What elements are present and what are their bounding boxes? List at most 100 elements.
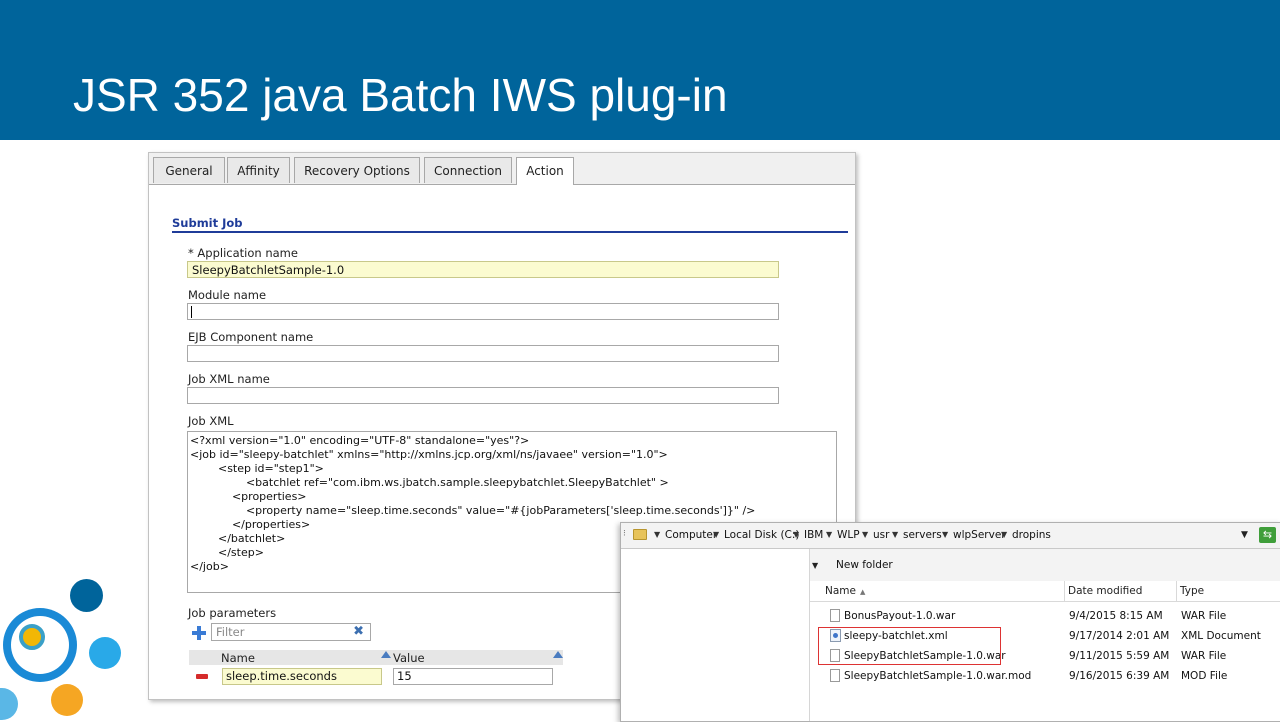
refresh-icon[interactable]: ⇆ (1259, 527, 1276, 543)
column-header-name[interactable]: Name (221, 651, 255, 665)
breadcrumb-computer[interactable]: Computer (665, 529, 717, 541)
chevron-down-icon[interactable]: ▼ (826, 530, 832, 539)
file-name: SleepyBatchletSample-1.0.war.mod (844, 670, 1032, 682)
chevron-down-icon[interactable]: ▼ (793, 530, 799, 539)
file-icon (830, 669, 840, 682)
application-name-label: * Application name (188, 246, 298, 260)
decorative-circle (51, 684, 83, 716)
breadcrumb-wlpserver[interactable]: wlpServer (953, 529, 1006, 541)
xml-line: <batchlet ref="com.ibm.ws.jbatch.sample.… (190, 476, 669, 489)
sort-name-icon[interactable] (381, 651, 391, 658)
breadcrumb-usr[interactable]: usr (873, 529, 889, 541)
breadcrumb-servers[interactable]: servers (903, 529, 942, 541)
breadcrumb-dropins[interactable]: dropins (1012, 529, 1051, 541)
application-name-field[interactable] (187, 261, 779, 278)
chevron-down-icon[interactable]: ▼ (654, 530, 660, 539)
sort-ascending-icon: ▲ (859, 588, 866, 596)
xml-line: </step> (190, 546, 264, 559)
column-header-name-label: Name (825, 585, 856, 597)
new-folder-button[interactable]: New folder (836, 559, 893, 571)
filter-placeholder: Filter (216, 625, 245, 639)
file-date: 9/4/2015 8:15 AM (1069, 610, 1163, 622)
tab-connection[interactable]: Connection (424, 157, 512, 183)
tab-general[interactable]: General (153, 157, 225, 183)
tab-bar: General Affinity Recovery Options Connec… (149, 153, 855, 185)
file-row[interactable]: SleepyBatchletSample-1.0.war.mod 9/16/20… (810, 666, 1280, 686)
xml-line: </job> (190, 560, 229, 573)
explorer-toolbar: ▼ New folder (810, 549, 1280, 581)
column-header-type[interactable]: Type (1177, 581, 1280, 601)
job-xml-name-label: Job XML name (188, 372, 270, 386)
slide-title: JSR 352 java Batch IWS plug-in (73, 69, 728, 121)
organize-dropdown-icon[interactable]: ▼ (812, 561, 818, 570)
xml-line: <?xml version="1.0" encoding="UTF-8" sta… (190, 434, 530, 447)
parameters-table-header: Name Value (189, 650, 563, 665)
file-date: 9/11/2015 5:59 AM (1069, 650, 1170, 662)
file-type: MOD File (1181, 670, 1228, 682)
logo-core (19, 624, 45, 650)
chevron-down-icon[interactable]: ▼ (862, 530, 868, 539)
grip-icon: ⁝ (623, 529, 626, 539)
module-name-field[interactable] (187, 303, 779, 320)
xml-line: </batchlet> (190, 532, 286, 545)
file-list-header: Name ▲ Date modified Type (810, 581, 1280, 602)
xml-line: </properties> (190, 518, 311, 531)
address-dropdown-icon[interactable]: ▼ (1241, 530, 1248, 540)
file-row[interactable]: SleepyBatchletSample-1.0.war 9/11/2015 5… (810, 646, 1280, 666)
xml-line: <step id="step1"> (190, 462, 324, 475)
section-divider (172, 231, 848, 233)
decorative-circle (0, 688, 18, 720)
folder-icon (633, 529, 647, 540)
breadcrumb-ibm[interactable]: IBM (804, 529, 823, 541)
file-name: sleepy-batchlet.xml (844, 630, 948, 642)
decorative-circle (89, 637, 121, 669)
xml-line: <properties> (190, 490, 307, 503)
xml-line: <job id="sleepy-batchlet" xmlns="http://… (190, 448, 668, 461)
breadcrumb-wlp[interactable]: WLP (837, 529, 860, 541)
tab-recovery-options[interactable]: Recovery Options (294, 157, 420, 183)
job-xml-label: Job XML (188, 414, 234, 428)
chevron-down-icon[interactable]: ▼ (713, 530, 719, 539)
file-type: XML Document (1181, 630, 1261, 642)
file-icon (830, 649, 840, 662)
navigation-pane[interactable] (621, 549, 810, 721)
text-cursor (191, 306, 192, 318)
column-header-value[interactable]: Value (393, 651, 425, 665)
section-title: Submit Job (172, 216, 243, 230)
column-header-name[interactable]: Name ▲ (810, 581, 1065, 601)
file-date: 9/16/2015 6:39 AM (1069, 670, 1170, 682)
tab-affinity[interactable]: Affinity (227, 157, 290, 183)
clear-filter-icon[interactable]: ✖ (353, 624, 364, 640)
file-type: WAR File (1181, 610, 1227, 622)
parameter-name-cell[interactable]: sleep.time.seconds (222, 668, 382, 685)
file-name: BonusPayout-1.0.war (844, 610, 956, 622)
ejb-component-name-label: EJB Component name (188, 330, 314, 344)
add-parameter-plus-icon[interactable] (192, 626, 206, 640)
logo-icon (3, 608, 77, 682)
remove-parameter-minus-icon[interactable] (196, 674, 208, 679)
ejb-component-name-field[interactable] (187, 345, 779, 362)
file-icon (830, 609, 840, 622)
decorative-circle (70, 579, 103, 612)
file-date: 9/17/2014 2:01 AM (1069, 630, 1170, 642)
file-row[interactable]: BonusPayout-1.0.war 9/4/2015 8:15 AM WAR… (810, 606, 1280, 626)
tab-action[interactable]: Action (516, 157, 574, 185)
file-name: SleepyBatchletSample-1.0.war (844, 650, 1006, 662)
xml-line: <property name="sleep.time.seconds" valu… (190, 504, 756, 517)
address-bar[interactable]: ⁝ ▼ Computer ▼ Local Disk (C:) ▼ IBM ▼ W… (621, 523, 1280, 549)
module-name-label: Module name (188, 288, 267, 302)
file-row[interactable]: sleepy-batchlet.xml 9/17/2014 2:01 AM XM… (810, 626, 1280, 646)
breadcrumb-local-disk[interactable]: Local Disk (C:) (724, 529, 800, 541)
chevron-down-icon[interactable]: ▼ (892, 530, 898, 539)
chevron-down-icon[interactable]: ▼ (1001, 530, 1007, 539)
file-explorer-window: ⁝ ▼ Computer ▼ Local Disk (C:) ▼ IBM ▼ W… (620, 522, 1280, 722)
job-xml-name-field[interactable] (187, 387, 779, 404)
job-parameters-label: Job parameters (188, 606, 277, 620)
parameter-filter-input[interactable]: Filter ✖ (211, 623, 371, 641)
parameter-value-cell[interactable]: 15 (393, 668, 553, 685)
column-header-date[interactable]: Date modified (1065, 581, 1177, 601)
sort-value-icon[interactable] (553, 651, 563, 658)
chevron-down-icon[interactable]: ▼ (942, 530, 948, 539)
xml-file-icon (830, 629, 841, 642)
file-type: WAR File (1181, 650, 1227, 662)
